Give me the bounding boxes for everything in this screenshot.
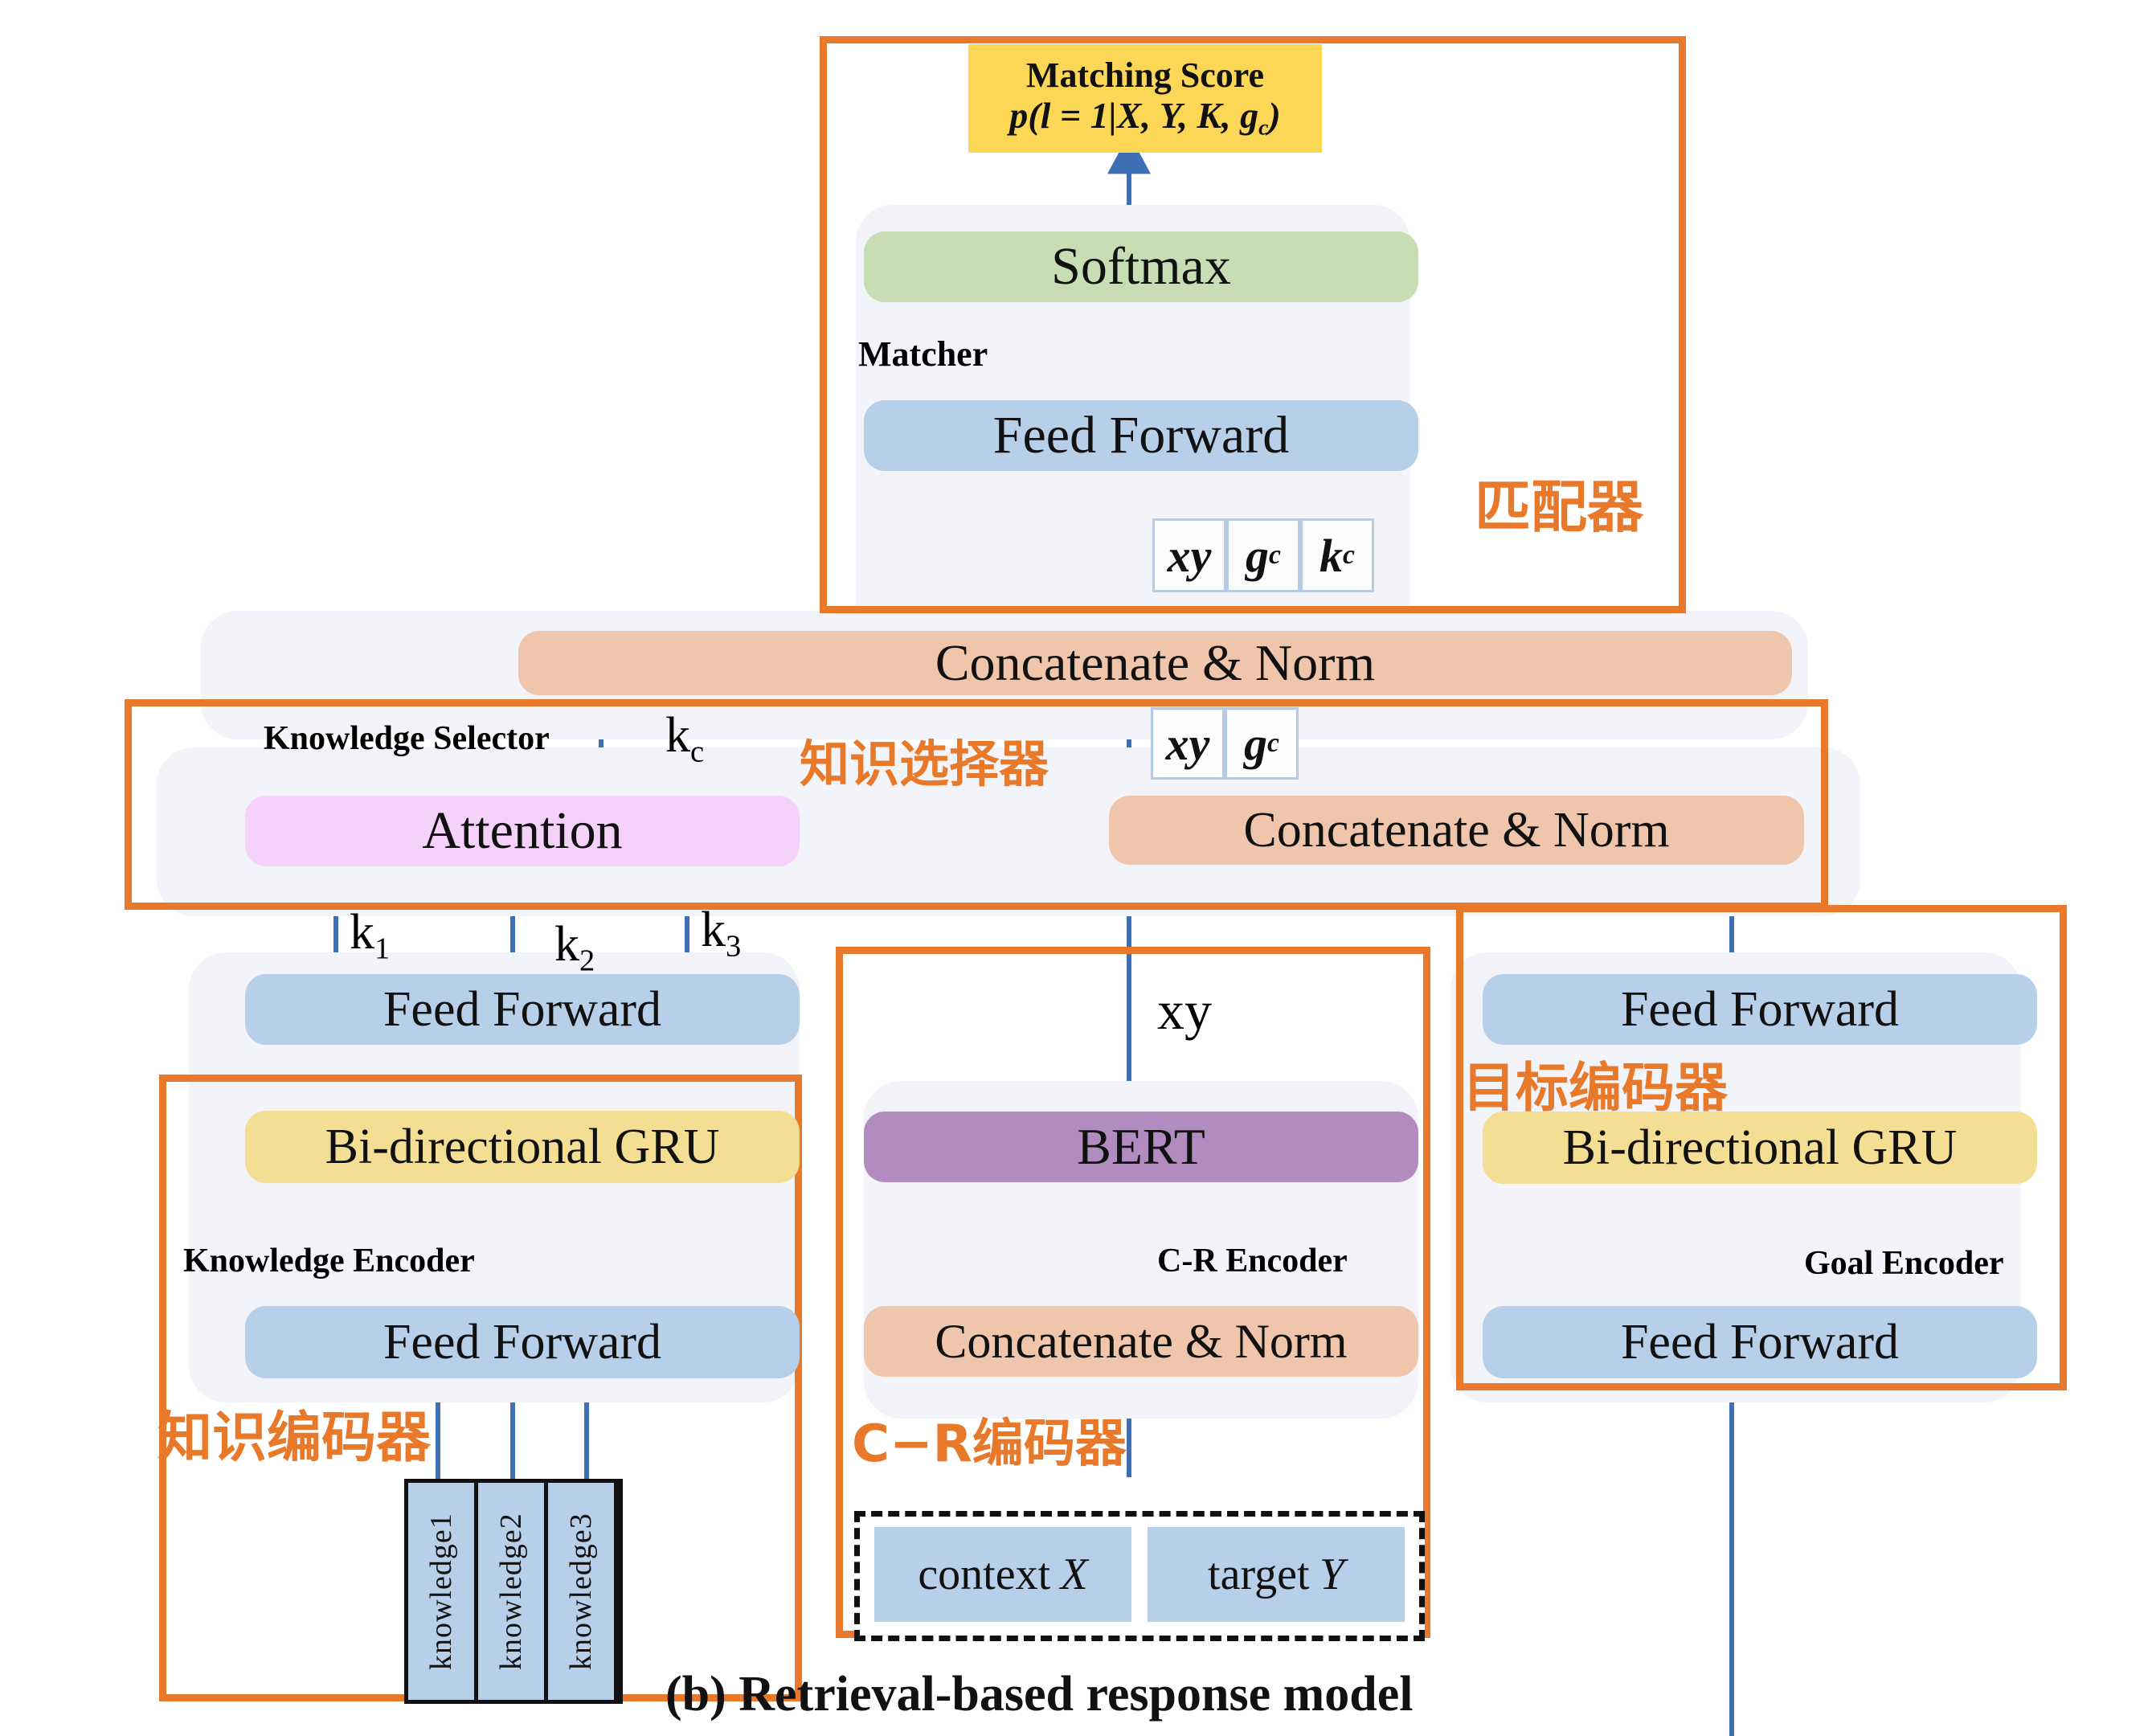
goal-encoder-title: Goal Encoder	[1804, 1245, 2004, 1282]
knowledge-items-group: knowledge1 knowledge2 knowledge3	[404, 1479, 623, 1704]
matcher-feed-forward-box[interactable]: Feed Forward	[864, 400, 1418, 471]
attention-label: Attention	[422, 801, 623, 860]
knowledge-top-feed-forward-box[interactable]: Feed Forward	[245, 974, 800, 1045]
selector-input-cells: xy gc	[1151, 707, 1299, 780]
knowledge-gru-box[interactable]: Bi-directional GRU	[245, 1111, 800, 1183]
matching-score-formula: p(l = 1|X, Y, K, gc)	[1009, 94, 1281, 139]
softmax-label: Softmax	[1051, 237, 1231, 296]
selector-concatenate-norm-box[interactable]: Concatenate & Norm	[1109, 796, 1804, 865]
knowledge-item-1[interactable]: knowledge1	[408, 1483, 474, 1700]
target-input-box[interactable]: target Y	[1148, 1527, 1405, 1622]
matcher-cell-kc: kc	[1300, 518, 1374, 592]
knowledge-selector-title: Knowledge Selector	[264, 720, 550, 757]
knowledge-selector-output-label: kc	[665, 708, 705, 769]
knowledge-out-label-1: k1	[350, 905, 391, 966]
cr-output-label: xy	[1157, 980, 1212, 1041]
cr-encoder-title-cn: C−R编码器	[852, 1415, 1127, 1474]
knowledge-out-label-3: k3	[701, 903, 742, 964]
knowledge-gru-label: Bi-directional GRU	[325, 1120, 720, 1174]
goal-gru-label: Bi-directional GRU	[1562, 1120, 1958, 1175]
knowledge-top-feed-forward-label: Feed Forward	[383, 982, 662, 1037]
cr-encoder-title: C-R Encoder	[1157, 1243, 1348, 1279]
matching-score-title: Matching Score	[1025, 55, 1265, 96]
selector-concatenate-norm-label: Concatenate & Norm	[1243, 803, 1670, 858]
knowledge-selector-title-cn: 知识选择器	[800, 735, 1049, 793]
knowledge-bottom-feed-forward-box[interactable]: Feed Forward	[245, 1306, 800, 1378]
knowledge-out-label-2: k2	[554, 917, 595, 978]
matcher-input-cells: xy gc kc	[1152, 518, 1374, 592]
knowledge-bottom-feed-forward-label: Feed Forward	[383, 1315, 662, 1370]
matcher-title-cn: 匹配器	[1475, 474, 1643, 540]
softmax-box[interactable]: Softmax	[864, 231, 1418, 302]
matcher-cell-xy: xy	[1152, 518, 1226, 592]
matcher-cell-gc: gc	[1226, 518, 1300, 592]
goal-top-feed-forward-box[interactable]: Feed Forward	[1483, 974, 2037, 1045]
knowledge-encoder-title-cn: 知识编码器	[158, 1406, 432, 1470]
knowledge-encoder-title: Knowledge Encoder	[183, 1243, 475, 1279]
cr-concatenate-norm-label: Concatenate & Norm	[935, 1315, 1348, 1368]
knowledge-item-2[interactable]: knowledge2	[478, 1483, 544, 1700]
matcher-title: Matcher	[858, 334, 988, 374]
matcher-feed-forward-label: Feed Forward	[992, 406, 1290, 465]
attention-box[interactable]: Attention	[245, 796, 800, 866]
figure-caption: (b) Retrieval-based response model	[665, 1667, 1414, 1722]
top-concatenate-norm-label: Concatenate & Norm	[935, 634, 1376, 691]
goal-encoder-title-cn: 目标编码器	[1463, 1057, 1728, 1119]
top-concatenate-norm-box[interactable]: Concatenate & Norm	[518, 631, 1792, 695]
knowledge-item-3[interactable]: knowledge3	[548, 1483, 614, 1700]
goal-top-feed-forward-label: Feed Forward	[1620, 982, 1900, 1037]
selector-cell-xy: xy	[1151, 707, 1225, 780]
bert-box[interactable]: BERT	[864, 1112, 1418, 1182]
goal-gru-box[interactable]: Bi-directional GRU	[1483, 1112, 2037, 1184]
goal-bottom-feed-forward-label: Feed Forward	[1620, 1315, 1900, 1370]
selector-cell-gc: gc	[1225, 707, 1299, 780]
goal-bottom-feed-forward-box[interactable]: Feed Forward	[1483, 1306, 2037, 1378]
cr-concatenate-norm-box[interactable]: Concatenate & Norm	[864, 1306, 1418, 1377]
matching-score-box: Matching Score p(l = 1|X, Y, K, gc)	[968, 44, 1322, 153]
bert-label: BERT	[1077, 1118, 1205, 1175]
context-input-box[interactable]: context X	[874, 1527, 1131, 1622]
